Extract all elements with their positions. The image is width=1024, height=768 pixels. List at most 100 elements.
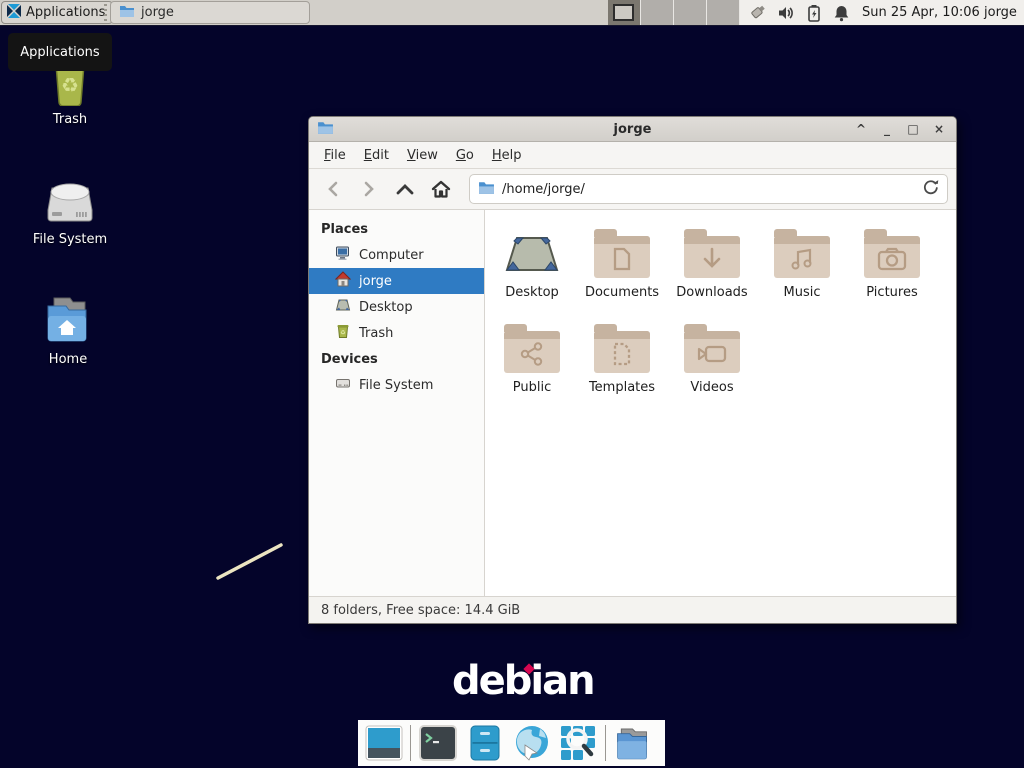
file-item-videos[interactable]: Videos	[667, 315, 757, 410]
menu-help[interactable]: Help	[483, 144, 531, 167]
menu-view[interactable]: View	[398, 144, 447, 167]
sidebar-item-label: jorge	[359, 274, 392, 289]
taskbar-window-button[interactable]: jorge	[110, 1, 310, 24]
dock-separator	[410, 725, 411, 761]
desktop-icon-label: Home	[13, 352, 123, 367]
sidebar-item-desktop[interactable]: Desktop	[309, 294, 484, 320]
sidebar-item-computer[interactable]: Computer	[309, 242, 484, 268]
system-tray	[748, 0, 851, 25]
menu-go[interactable]: Go	[447, 144, 483, 167]
workspace-4[interactable]	[707, 0, 740, 25]
folder-icon	[119, 4, 135, 22]
file-item-documents[interactable]: Documents	[577, 220, 667, 315]
applications-menu-button[interactable]: Applications	[1, 1, 113, 24]
forward-button[interactable]	[353, 174, 385, 204]
debian-logo-text: debian	[452, 658, 594, 704]
app-finder-icon[interactable]	[558, 724, 599, 762]
shade-button[interactable]: ^	[852, 120, 870, 138]
path-bar[interactable]: /home/jorge/	[469, 174, 948, 204]
sidebar-item-label: Computer	[359, 248, 424, 263]
sidebar-item-file-system[interactable]: File System	[309, 372, 484, 398]
videos-folder-icon	[684, 331, 740, 373]
workspace-1[interactable]	[608, 0, 641, 25]
statusbar-text: 8 folders, Free space: 14.4 GiB	[321, 603, 520, 618]
web-browser-icon[interactable]	[511, 724, 552, 762]
hard-drive-icon	[15, 168, 125, 226]
file-item-label: Music	[784, 285, 821, 300]
sidebar-item-trash[interactable]: ♻ Trash	[309, 320, 484, 346]
minimize-button[interactable]: _	[878, 120, 896, 138]
desktop-icon-file-system[interactable]: File System	[15, 168, 125, 247]
file-item-label: Pictures	[866, 285, 917, 300]
tooltip-text: Applications	[20, 45, 99, 60]
file-item-label: Downloads	[676, 285, 747, 300]
notification-bell-icon[interactable]	[832, 3, 851, 22]
workspace-2[interactable]	[641, 0, 674, 25]
file-item-downloads[interactable]: Downloads	[667, 220, 757, 315]
panel-user-menu[interactable]: jorge	[984, 0, 1017, 25]
user-desktop-icon	[503, 220, 561, 278]
path-input[interactable]: /home/jorge/	[502, 182, 916, 197]
documents-folder-icon	[594, 236, 650, 278]
svg-text:♻: ♻	[340, 330, 345, 337]
removable-media-icon[interactable]	[748, 3, 767, 22]
menu-file[interactable]: File	[315, 144, 355, 167]
svg-text:♻: ♻	[61, 73, 79, 97]
desktop-stray-line	[210, 535, 300, 595]
file-item-desktop[interactable]: Desktop	[487, 220, 577, 315]
home-button[interactable]	[425, 174, 457, 204]
desktop-icon-label: File System	[15, 232, 125, 247]
window-titlebar[interactable]: jorge ^ _ □ ×	[309, 117, 956, 142]
menu-edit[interactable]: Edit	[355, 144, 398, 167]
maximize-button[interactable]: □	[904, 120, 922, 138]
sidebar-header-places: Places	[309, 216, 484, 242]
terminal-icon[interactable]	[417, 724, 458, 762]
dock	[358, 720, 665, 766]
sidebar-item-jorge[interactable]: jorge	[309, 268, 484, 294]
close-button[interactable]: ×	[930, 120, 948, 138]
sidebar-item-label: Trash	[359, 326, 393, 341]
reload-icon[interactable]	[923, 179, 939, 199]
templates-folder-icon	[594, 331, 650, 373]
panel-handle[interactable]	[104, 4, 107, 21]
show-desktop-icon[interactable]	[363, 724, 404, 762]
taskbar-window-label: jorge	[141, 5, 174, 20]
statusbar: 8 folders, Free space: 14.4 GiB	[309, 596, 956, 623]
file-item-label: Documents	[585, 285, 659, 300]
top-panel: Applications jorge	[0, 0, 1024, 26]
computer-icon	[335, 245, 351, 265]
applications-menu-label: Applications	[26, 5, 105, 20]
file-item-templates[interactable]: Templates	[577, 315, 667, 410]
pictures-folder-icon	[864, 236, 920, 278]
desktop-icon-home[interactable]: Home	[13, 288, 123, 367]
workspace-switcher	[608, 0, 740, 25]
battery-icon[interactable]	[804, 3, 823, 22]
sidebar: Places Computer	[309, 210, 485, 596]
back-button[interactable]	[317, 174, 349, 204]
up-button[interactable]	[389, 174, 421, 204]
file-grid: Desktop Documents Downloads	[485, 210, 956, 596]
file-manager-window: jorge ^ _ □ × File Edit View Go Help	[308, 116, 957, 624]
file-item-label: Desktop	[505, 285, 559, 300]
toolbar: /home/jorge/	[309, 169, 956, 210]
debian-logo: debian	[452, 658, 582, 704]
home-folder-icon	[13, 288, 123, 346]
sidebar-header-devices: Devices	[309, 346, 484, 372]
file-item-music[interactable]: Music	[757, 220, 847, 315]
xfce-menu-icon	[6, 3, 22, 23]
file-folder-icon[interactable]	[612, 724, 653, 762]
music-folder-icon	[774, 236, 830, 278]
drive-icon	[335, 375, 351, 395]
file-item-public[interactable]: Public	[487, 315, 577, 410]
file-item-pictures[interactable]: Pictures	[847, 220, 937, 315]
workspace-3[interactable]	[674, 0, 707, 25]
file-manager-icon[interactable]	[464, 724, 505, 762]
dock-separator	[605, 725, 606, 761]
applications-tooltip: Applications	[8, 33, 112, 71]
path-folder-icon	[478, 180, 495, 199]
home-icon	[335, 271, 351, 291]
desktop-icon	[335, 297, 351, 317]
volume-icon[interactable]	[776, 3, 795, 22]
public-folder-icon	[504, 331, 560, 373]
panel-clock[interactable]: Sun 25 Apr, 10:06	[862, 0, 980, 25]
